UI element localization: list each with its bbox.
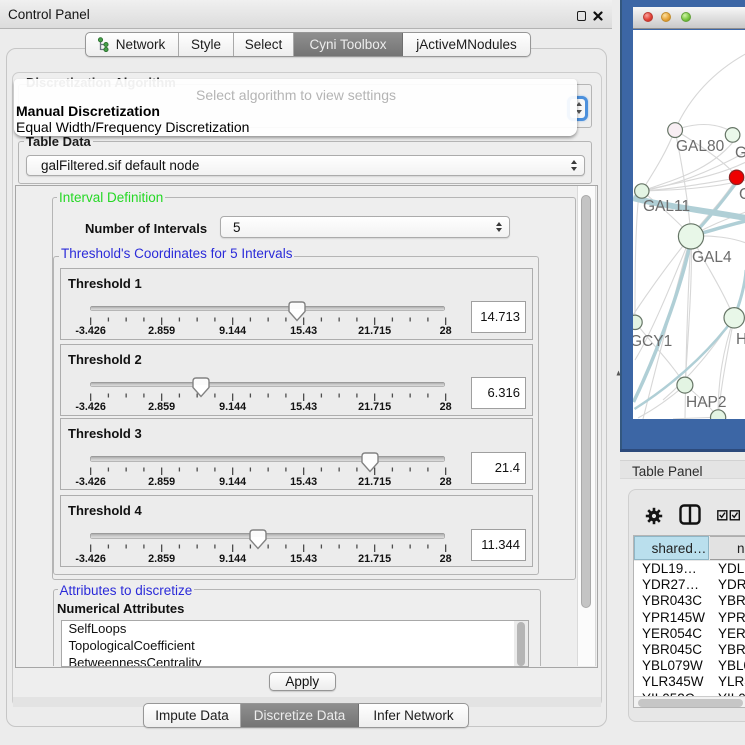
svg-text:GAL4: GAL4 xyxy=(692,249,732,266)
svg-text:GAL11: GAL11 xyxy=(643,198,690,215)
svg-text:HAP2: HAP2 xyxy=(686,394,727,411)
svg-text:GCY1: GCY1 xyxy=(633,333,672,350)
svg-text:HI: HI xyxy=(736,331,745,348)
svg-text:C: C xyxy=(739,186,745,203)
svg-text:GAL80: GAL80 xyxy=(676,138,725,155)
svg-text:GA: GA xyxy=(735,145,745,162)
